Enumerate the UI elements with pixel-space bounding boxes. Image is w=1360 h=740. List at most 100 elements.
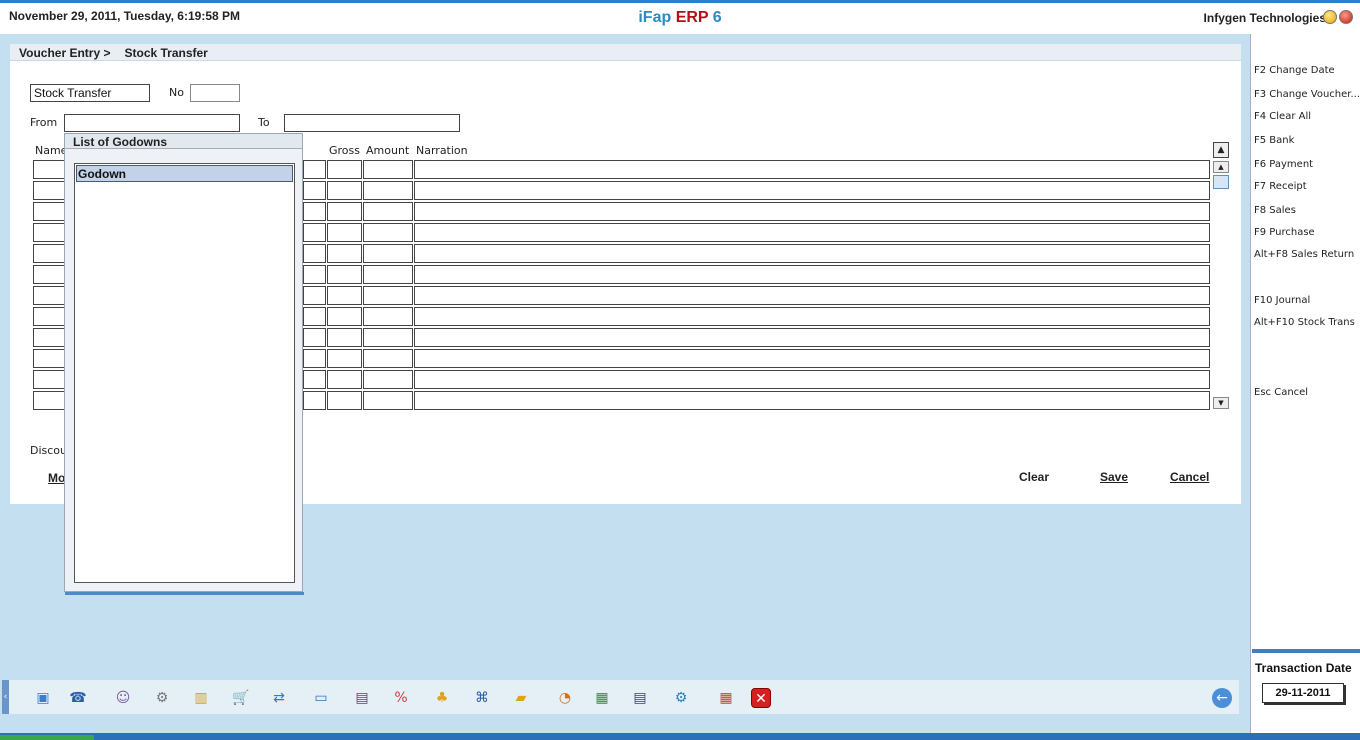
customer-icon[interactable]: ☺ [113,688,133,708]
grid-cell-amount[interactable] [363,244,413,263]
user-icon[interactable]: ☎ [68,688,88,708]
close-window-button[interactable] [1339,10,1353,24]
grid-cell-amount[interactable] [363,181,413,200]
grid-cell-partial[interactable] [303,223,326,242]
grid-cell-narration[interactable] [414,370,1210,389]
shortcut-item[interactable]: Esc Cancel [1254,387,1308,398]
package-icon[interactable]: ▰ [511,688,531,708]
shortcut-item[interactable]: F6 Payment [1254,159,1313,170]
scroll-thumb[interactable] [1213,175,1229,189]
calculator-icon[interactable]: ▦ [592,688,612,708]
grid-cell-narration[interactable] [414,328,1210,347]
grid-cell-narration[interactable] [414,391,1210,410]
grid-cell-gross[interactable] [327,223,362,242]
breadcrumb-parent[interactable]: Voucher Entry > [19,46,110,60]
settings-icon[interactable]: ⚙ [152,688,172,708]
shortcut-item[interactable]: Alt+F10 Stock Trans [1254,317,1355,328]
scroll-up-button[interactable]: ▲ [1213,161,1229,173]
grid-cell-partial[interactable] [303,307,326,326]
grid-cell-amount[interactable] [363,265,413,284]
chart-icon[interactable]: ◔ [555,688,575,708]
grid-cell-narration[interactable] [414,160,1210,179]
grid-cell-narration[interactable] [414,202,1210,221]
grid-cell-narration[interactable] [414,223,1210,242]
grid-cell-partial[interactable] [303,328,326,347]
grid-cell-amount[interactable] [363,160,413,179]
close-icon[interactable]: ✕ [751,688,771,708]
shortcut-item[interactable]: Alt+F8 Sales Return [1254,249,1354,260]
cart-icon[interactable]: 🛒 [231,688,251,708]
grid-cell-partial[interactable] [303,160,326,179]
grid-cell-gross[interactable] [327,244,362,263]
report-icon[interactable]: ▤ [352,688,372,708]
grid-cell-partial[interactable] [303,391,326,410]
save-icon[interactable]: ▤ [630,688,650,708]
discount-icon[interactable]: % [391,688,411,708]
grid-cell-amount[interactable] [363,349,413,368]
minimize-button[interactable] [1323,10,1337,24]
shortcut-item[interactable]: F9 Purchase [1254,227,1315,238]
tree-icon[interactable]: ♣ [432,688,452,708]
grid-cell-gross[interactable] [327,286,362,305]
grid-cell-gross[interactable] [327,391,362,410]
calendar-icon[interactable]: ▦ [716,688,736,708]
grid-cell-partial[interactable] [303,181,326,200]
voucher-icon[interactable]: ▣ [33,688,53,708]
shortcut-item[interactable]: F2 Change Date [1254,65,1335,76]
grid-cell-narration[interactable] [414,307,1210,326]
grid-cell-narration[interactable] [414,349,1210,368]
to-field[interactable] [284,114,460,132]
toolbar-collapse-icon[interactable]: ‹ [2,680,9,714]
grid-cell-amount[interactable] [363,370,413,389]
shortcut-item[interactable]: F8 Sales [1254,205,1296,216]
transaction-date-field[interactable]: 29-11-2011 [1262,683,1344,703]
grid-cell-narration[interactable] [414,265,1210,284]
grid-cell-amount[interactable] [363,307,413,326]
grid-cell-gross[interactable] [327,349,362,368]
grid-cell-partial[interactable] [303,244,326,263]
grid-cell-amount[interactable] [363,286,413,305]
scroll-top-button[interactable]: ▲ [1213,142,1229,158]
back-icon[interactable]: ← [1212,688,1232,708]
shortcut-item[interactable]: F7 Receipt [1254,181,1307,192]
grid-cell-narration[interactable] [414,244,1210,263]
scroll-down-button[interactable]: ▼ [1213,397,1229,409]
books-icon[interactable]: ▥ [191,688,211,708]
grid-scrollbar[interactable]: ▲ ▲ ▼ [1212,142,1230,410]
gear-icon[interactable]: ⚙ [671,688,691,708]
voucher-type-field[interactable]: Stock Transfer [30,84,150,102]
grid-cell-partial[interactable] [303,370,326,389]
grid-cell-narration[interactable] [414,286,1210,305]
from-field[interactable] [64,114,240,132]
grid-cell-gross[interactable] [327,181,362,200]
grid-cell-gross[interactable] [327,160,362,179]
grid-cell-gross[interactable] [327,370,362,389]
grid-cell-amount[interactable] [363,328,413,347]
grid-cell-partial[interactable] [303,265,326,284]
grid-cell-partial[interactable] [303,202,326,221]
grid-cell-amount[interactable] [363,223,413,242]
shortcut-item[interactable]: F10 Journal [1254,295,1310,306]
godown-list[interactable]: Godown [74,163,295,583]
grid-cell-gross[interactable] [327,265,362,284]
grid-cell-gross[interactable] [327,307,362,326]
grid-cell-amount[interactable] [363,391,413,410]
grid-cell-gross[interactable] [327,328,362,347]
window-icon[interactable]: ▭ [311,688,331,708]
shortcut-item[interactable]: F3 Change Voucher... [1254,89,1360,100]
more-button[interactable]: Mo [48,471,65,485]
list-item-godown[interactable]: Godown [76,165,293,182]
grid-cell-amount[interactable] [363,202,413,221]
save-button[interactable]: Save [1100,470,1128,484]
transfer-icon[interactable]: ⇄ [269,688,289,708]
grid-cell-gross[interactable] [327,202,362,221]
shortcut-item[interactable]: F4 Clear All [1254,111,1311,122]
voucher-no-field[interactable] [190,84,240,102]
grid-cell-narration[interactable] [414,181,1210,200]
network-icon[interactable]: ⌘ [472,688,492,708]
grid-cell-partial[interactable] [303,286,326,305]
cancel-button[interactable]: Cancel [1170,470,1209,484]
shortcut-item[interactable]: F5 Bank [1254,135,1294,146]
clear-button[interactable]: Clear [1019,470,1049,484]
grid-cell-partial[interactable] [303,349,326,368]
